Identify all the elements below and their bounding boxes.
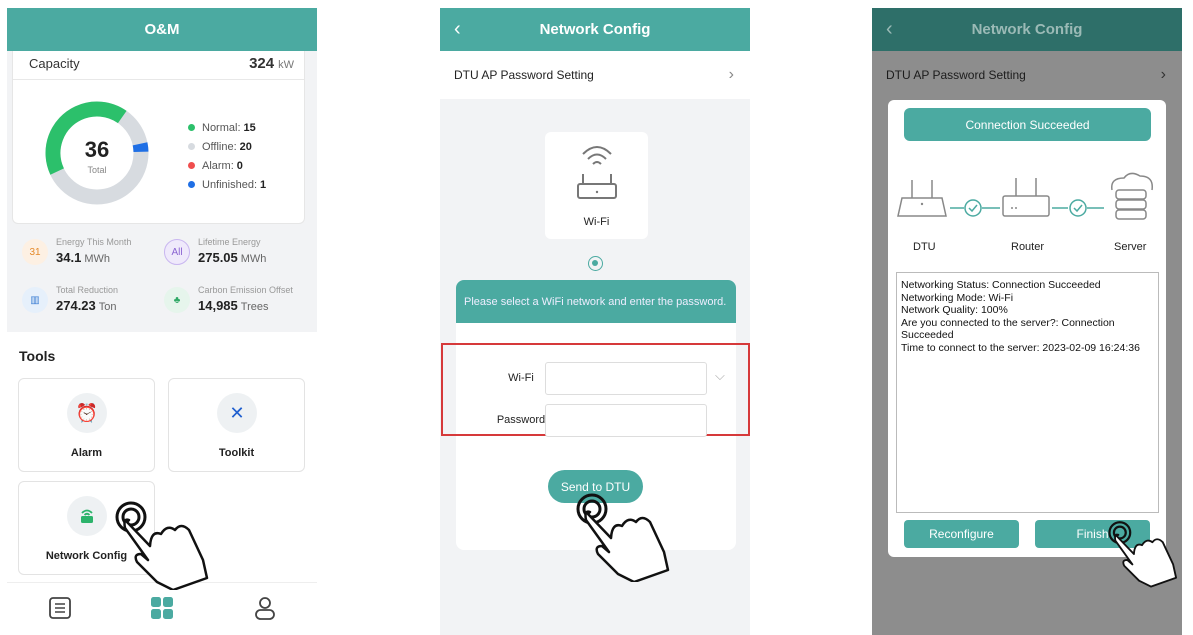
- network-config-result-screen: ‹ Network Config DTU AP Password Setting…: [872, 8, 1182, 635]
- legend-normal: Normal: 15: [188, 118, 266, 137]
- highlight-box: Wi-Fi ⌵ Password: [441, 343, 750, 437]
- router-device-icon: [1002, 178, 1050, 217]
- log-line: Network Quality: 100%: [901, 304, 1008, 316]
- stat-carbon-offset: ♣ Carbon Emission Offset 14,985 Trees: [164, 285, 293, 313]
- wifi-ssid-input[interactable]: [545, 362, 707, 395]
- capacity-value: 324: [249, 55, 275, 72]
- chevron-right-icon: ›: [1160, 66, 1166, 83]
- toolkit-icon: ✕: [217, 393, 257, 433]
- tab-dashboard-icon[interactable]: [47, 595, 73, 621]
- log-line: Time to connect to the server: 2023-02-0…: [901, 341, 1140, 354]
- network-topology-diagram: [897, 172, 1153, 220]
- tap-hand-icon: [115, 501, 209, 590]
- tree-icon: ♣: [164, 287, 190, 313]
- legend-alarm: Alarm: 0: [188, 156, 266, 175]
- back-icon[interactable]: ‹: [454, 18, 461, 41]
- check-icon: [964, 199, 982, 217]
- chevron-right-icon: ›: [728, 66, 734, 83]
- status-legend: Normal: 15 Offline: 20 Alarm: 0 Unfinished:…: [188, 118, 266, 194]
- log-line: Are you connected to the server?: Connec…: [901, 316, 1115, 342]
- wifi-tip-banner: Please select a WiFi network and enter t…: [456, 280, 736, 323]
- wifi-password-input[interactable]: [545, 404, 707, 437]
- network-config-form-screen: ‹ Network Config DTU AP Password Setting…: [440, 8, 750, 635]
- calendar-icon: 31: [22, 239, 48, 265]
- factory-icon: ▥: [22, 287, 48, 313]
- server-icon: [1111, 172, 1153, 220]
- dtu-ap-password-setting-row[interactable]: DTU AP Password Setting ›: [872, 51, 1182, 99]
- dtu-ap-password-setting-row[interactable]: DTU AP Password Setting ›: [440, 51, 750, 99]
- tap-hand-icon: [576, 493, 670, 582]
- capacity-card: Capacity 324 kW 36 Total Normal: 15 Offlin…: [12, 51, 305, 224]
- page-title: O&M: [144, 21, 180, 38]
- legend-unfinished: Unfinished: 1: [188, 175, 266, 194]
- connection-status-banner: Connection Succeeded: [904, 108, 1151, 141]
- wifi-mode-radio[interactable]: [588, 256, 603, 271]
- capacity-unit: kW: [278, 59, 294, 71]
- tab-profile-icon[interactable]: [252, 595, 278, 621]
- page-title: Network Config: [539, 21, 651, 38]
- log-line: Networking Mode: Wi-Fi: [901, 291, 1014, 304]
- router-icon: [67, 496, 107, 536]
- reconfigure-button[interactable]: Reconfigure: [904, 520, 1019, 548]
- all-icon: All: [164, 239, 190, 265]
- log-line: Networking Status: Connection Succeeded: [901, 279, 1101, 291]
- chevron-down-icon[interactable]: ⌵: [715, 368, 725, 384]
- tool-alarm[interactable]: ⏰ Alarm: [18, 378, 155, 472]
- node-label-server: Server: [1114, 241, 1147, 253]
- page-title: Network Config: [971, 21, 1083, 38]
- check-icon: [1069, 199, 1087, 217]
- legend-offline: Offline: 20: [188, 137, 266, 156]
- donut-total-label: Total: [87, 165, 106, 175]
- connection-result-dialog: Connection Succeeded DTU Router Server N…: [888, 100, 1166, 557]
- status-donut-chart: 36 Total: [45, 101, 149, 205]
- alarm-icon: ⏰: [67, 393, 107, 433]
- om-screen: O&M Capacity 324 kW 36 Total Normal: 15 Of…: [7, 8, 317, 635]
- stat-energy-this-month: 31 Energy This Month 34.1 MWh: [22, 237, 131, 265]
- tab-tools-icon[interactable]: [149, 595, 175, 621]
- stat-total-reduction: ▥ Total Reduction 274.23 Ton: [22, 285, 118, 313]
- om-header: O&M: [7, 8, 317, 51]
- dtu-device-icon: [897, 180, 947, 217]
- tools-title: Tools: [19, 348, 56, 364]
- tap-hand-icon: [1108, 521, 1178, 588]
- capacity-label: Capacity: [29, 56, 80, 71]
- network-config-header: ‹ Network Config: [872, 8, 1182, 51]
- node-label-dtu: DTU: [913, 241, 936, 253]
- node-label-router: Router: [1011, 241, 1045, 253]
- back-icon[interactable]: ‹: [886, 18, 893, 41]
- router-wifi-icon: [577, 146, 617, 199]
- stat-lifetime-energy: All Lifetime Energy 275.05 MWh: [164, 237, 266, 265]
- wifi-password-field: Password: [443, 404, 733, 437]
- networking-status-log: Networking Status: Connection Succeeded …: [896, 272, 1159, 513]
- network-config-header: ‹ Network Config: [440, 8, 750, 51]
- wifi-ssid-field: Wi-Fi ⌵: [443, 362, 733, 395]
- donut-total-value: 36: [85, 137, 109, 162]
- tool-toolkit[interactable]: ✕ Toolkit: [168, 378, 305, 472]
- wifi-mode-option[interactable]: Wi-Fi: [545, 132, 648, 239]
